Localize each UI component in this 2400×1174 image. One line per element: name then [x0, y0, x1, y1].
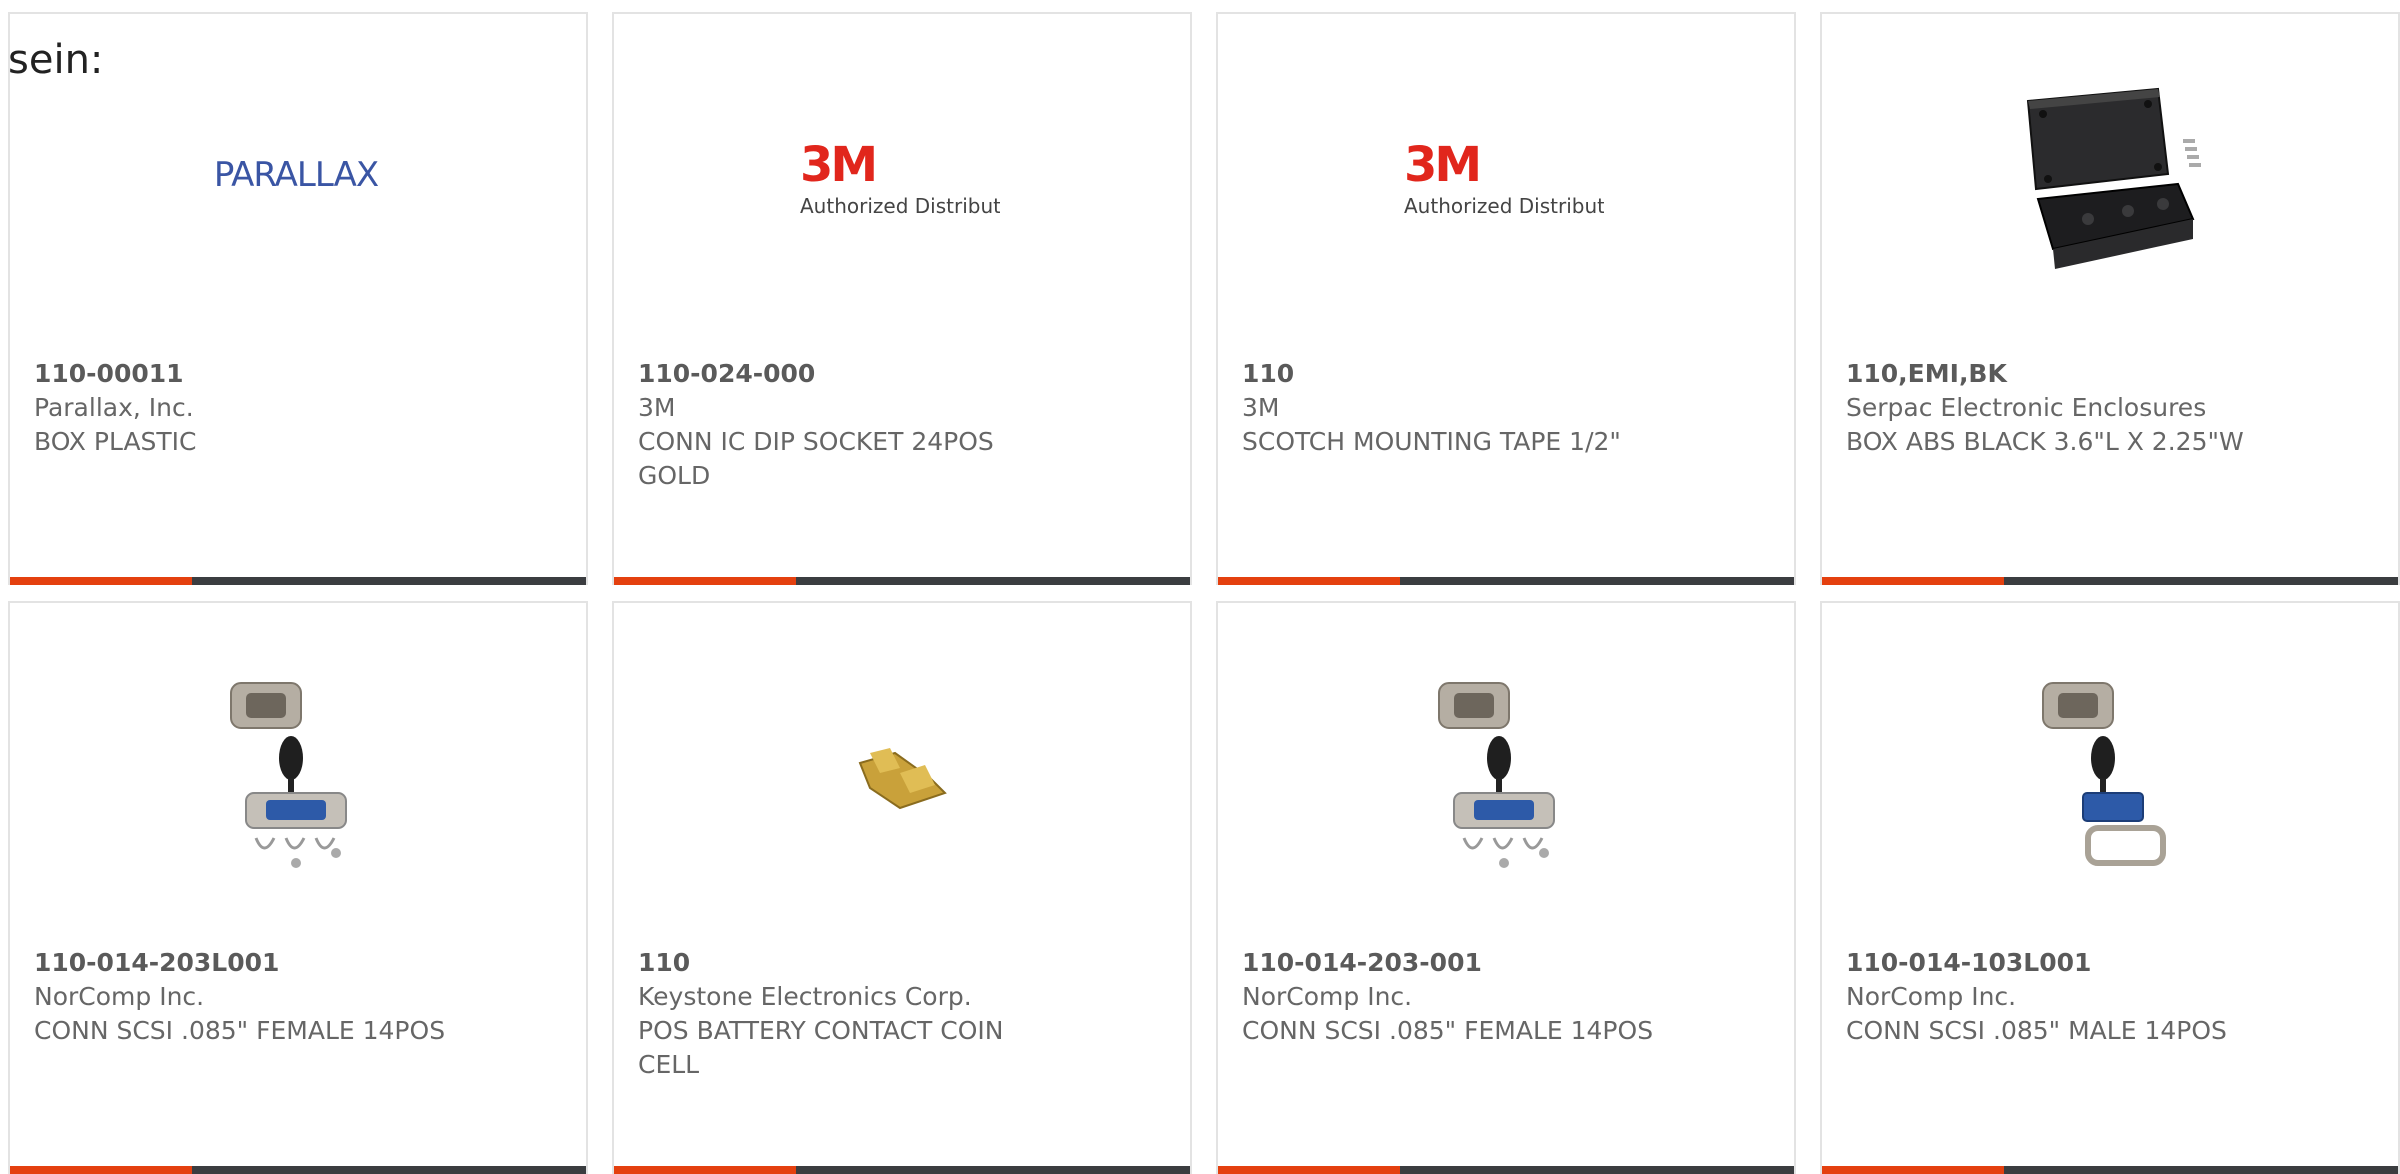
- product-image[interactable]: [1404, 673, 1604, 873]
- lead-text: sein:: [8, 37, 104, 83]
- part-number[interactable]: 110-00011: [34, 357, 514, 391]
- description: BOX ABS BLACK 3.6"L X 2.25"W: [1846, 427, 2244, 456]
- product-card[interactable]: 3M Authorized Distributor 110 3M SCOTCH …: [1216, 12, 1796, 585]
- card-footer-bar: [1822, 1166, 2398, 1174]
- description: CONN SCSI .085" FEMALE 14POS: [34, 1016, 446, 1045]
- 3m-logo-mark: 3M: [800, 137, 875, 193]
- parallax-logo: PARALLAX: [214, 155, 380, 195]
- 3m-logo: 3M Authorized Distributor: [1404, 137, 1604, 218]
- manufacturer: Keystone Electronics Corp.: [638, 982, 972, 1011]
- card-footer-bar: [614, 577, 1190, 585]
- product-card[interactable]: 110,EMI,BK Serpac Electronic Enclosures …: [1820, 12, 2400, 585]
- manufacturer: 3M: [1242, 393, 1280, 422]
- scsi-connector-kit-image: [230, 682, 347, 868]
- card-footer-bar: [10, 1166, 586, 1174]
- product-card[interactable]: 110-014-203-001 NorComp Inc. CONN SCSI .…: [1216, 601, 1796, 1174]
- product-card[interactable]: 110 Keystone Electronics Corp. POS BATTE…: [612, 601, 1192, 1174]
- product-image[interactable]: 3M Authorized Distributor: [800, 76, 1000, 276]
- product-image[interactable]: PARALLAX: [196, 76, 396, 276]
- part-number[interactable]: 110-024-000: [638, 357, 1118, 391]
- part-number[interactable]: 110: [638, 946, 1118, 980]
- 3m-logo-sub: Authorized Distributor: [800, 194, 1000, 218]
- manufacturer: NorComp Inc.: [1242, 982, 1413, 1011]
- description: SCOTCH MOUNTING TAPE 1/2": [1242, 427, 1621, 456]
- card-footer-bar: [1822, 577, 2398, 585]
- 3m-logo: 3M Authorized Distributor: [800, 137, 1000, 218]
- card-footer-bar: [10, 577, 586, 585]
- manufacturer: NorComp Inc.: [1846, 982, 2017, 1011]
- product-image[interactable]: [2008, 673, 2208, 873]
- product-card[interactable]: 110-014-203L001 NorComp Inc. CONN SCSI .…: [8, 601, 588, 1174]
- product-image[interactable]: [2008, 74, 2208, 274]
- product-image[interactable]: [800, 673, 1000, 873]
- manufacturer: NorComp Inc.: [34, 982, 205, 1011]
- product-card[interactable]: 3M Authorized Distributor 110-024-000 3M…: [612, 12, 1192, 585]
- scsi-connector-male-kit-image: [2042, 682, 2166, 866]
- product-card[interactable]: PARALLAX 110-00011 Parallax, Inc. BOX PL…: [8, 12, 588, 585]
- card-footer-bar: [1218, 1166, 1794, 1174]
- part-number[interactable]: 110-014-103L001: [1846, 946, 2326, 980]
- 3m-logo-sub: Authorized Distributor: [1404, 194, 1604, 218]
- description: POS BATTERY CONTACT COIN CELL: [638, 1016, 1004, 1079]
- manufacturer: 3M: [638, 393, 676, 422]
- product-card[interactable]: 110-014-103L001 NorComp Inc. CONN SCSI .…: [1820, 601, 2400, 1174]
- manufacturer: Parallax, Inc.: [34, 393, 194, 422]
- card-footer-bar: [614, 1166, 1190, 1174]
- manufacturer: Serpac Electronic Enclosures: [1846, 393, 2207, 422]
- battery-contact-image: [858, 748, 947, 810]
- scsi-connector-kit-image: [1438, 682, 1555, 868]
- description: CONN SCSI .085" MALE 14POS: [1846, 1016, 2227, 1045]
- 3m-logo-mark: 3M: [1404, 137, 1479, 193]
- black-enclosure-image: [2026, 87, 2201, 269]
- card-footer-bar: [1218, 577, 1794, 585]
- description: CONN SCSI .085" FEMALE 14POS: [1242, 1016, 1654, 1045]
- part-number[interactable]: 110-014-203L001: [34, 946, 514, 980]
- part-number[interactable]: 110-014-203-001: [1242, 946, 1722, 980]
- description: BOX PLASTIC: [34, 427, 197, 456]
- product-image[interactable]: 3M Authorized Distributor: [1404, 76, 1604, 276]
- parallax-logo-text: PARALLAX: [214, 155, 379, 195]
- part-number[interactable]: 110,EMI,BK: [1846, 357, 2326, 391]
- description: CONN IC DIP SOCKET 24POS GOLD: [638, 427, 994, 490]
- part-number[interactable]: 110: [1242, 357, 1722, 391]
- product-image[interactable]: [196, 673, 396, 873]
